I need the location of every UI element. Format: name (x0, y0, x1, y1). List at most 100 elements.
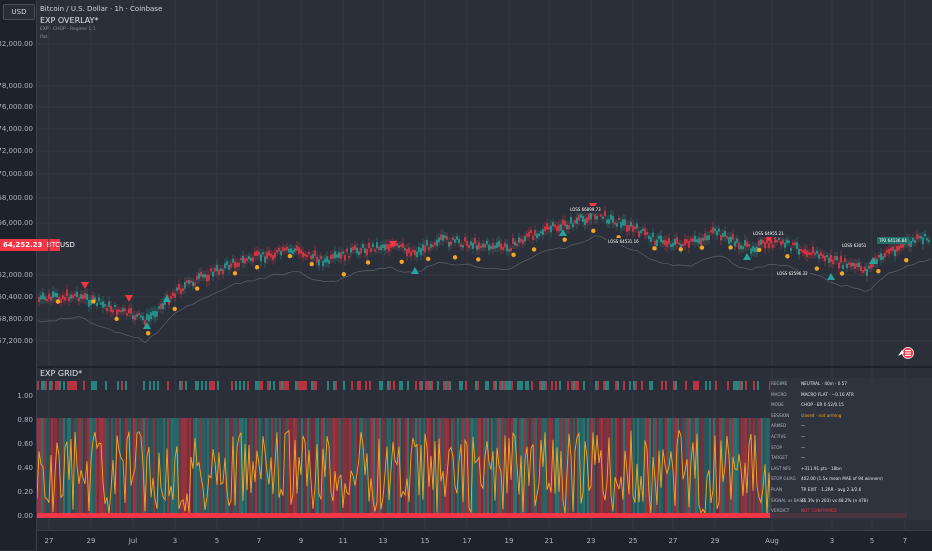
time-tick: 17 (462, 537, 472, 545)
candle-body (292, 250, 294, 254)
candle-body (914, 240, 916, 244)
grid-band (303, 418, 305, 516)
chart-canvas[interactable] (37, 0, 932, 530)
regime-strip (617, 381, 619, 390)
time-axis[interactable]: 27 29 Jul 3 5 7 9 11 13 15 17 19 21 23 25 27 29 Aug 3 5 7 (37, 530, 932, 551)
candle-body (600, 214, 602, 217)
grid-band (599, 418, 601, 516)
regime-strip (431, 381, 433, 390)
price-axis[interactable]: USD 82,000.00 78,000.00 76,000.00 74,000… (0, 0, 37, 550)
dashboard-row: ARMED — (771, 423, 805, 428)
candle-body (622, 219, 624, 226)
dashboard-row: TARGET — (771, 455, 805, 460)
regime-strip (285, 381, 287, 390)
regime-strip (505, 381, 507, 390)
dashboard-value: NEUTRAL · 40m · 0.57 (801, 381, 848, 386)
candle-body (556, 226, 558, 231)
candle-body (572, 223, 574, 228)
currency-button[interactable]: USD (3, 4, 35, 20)
regime-strip (407, 381, 409, 390)
candle-body (480, 245, 482, 248)
signal-dot (728, 245, 733, 250)
grid-indicator-title[interactable]: EXP GRID* (40, 369, 82, 378)
candle-body (488, 244, 490, 251)
candle-body (540, 231, 542, 234)
candle-body (150, 312, 152, 320)
candle-body (456, 236, 458, 240)
candle-body (850, 262, 852, 268)
candle-body (406, 249, 408, 256)
candle-body (898, 245, 900, 251)
regime-strip (575, 381, 577, 390)
regime-strip (499, 381, 501, 390)
regime-strip (157, 381, 159, 390)
candle-body (502, 246, 504, 251)
candle-body (434, 242, 436, 245)
grid-band (525, 418, 527, 516)
regime-strip (73, 381, 75, 390)
candle-body (566, 224, 568, 230)
candle-body (630, 221, 632, 227)
grid-band (707, 418, 709, 516)
regime-strip (583, 381, 585, 390)
candle-body (664, 239, 666, 246)
grid-band (549, 418, 551, 516)
candle-body (498, 240, 500, 247)
regime-strip (401, 381, 403, 390)
candle-body (130, 307, 132, 314)
grid-band (45, 418, 47, 516)
overlay-indicator-title[interactable]: EXP OVERLAY* (40, 16, 99, 25)
candle-body (72, 295, 74, 299)
dashboard-value: NOT CONFIRMED (801, 508, 837, 514)
candle-body (382, 244, 384, 248)
candle-body (832, 259, 834, 265)
time-tick: 25 (628, 537, 638, 545)
candle-body (808, 252, 810, 255)
candle-body (768, 243, 770, 249)
regime-strip (737, 381, 739, 390)
candle-body (144, 320, 146, 325)
signal-dot (785, 254, 790, 259)
regime-strip (597, 381, 599, 390)
signal-dot (309, 261, 314, 267)
candle-body (820, 252, 822, 256)
candle-body (496, 242, 498, 248)
candle-body (548, 226, 550, 230)
candle-body (482, 243, 484, 248)
candle-body (716, 231, 718, 236)
candle-body (660, 235, 662, 242)
candle-body (364, 248, 366, 254)
candle-body (526, 233, 528, 237)
pane-separator[interactable] (37, 366, 932, 368)
candle-body (294, 248, 296, 252)
regime-strip (577, 381, 579, 390)
symbol-title[interactable]: Bitcoin / U.S. Dollar · 1h · Coinbase (40, 5, 162, 13)
candle-body (100, 302, 102, 305)
candle-body (440, 234, 442, 240)
candle-body (428, 247, 430, 251)
candle-body (708, 235, 710, 240)
candle-body (632, 225, 634, 232)
candle-body (814, 252, 816, 256)
regime-strip (181, 381, 183, 390)
dashboard-key: SIGNAL vs BASE (771, 497, 805, 503)
grid-band (757, 418, 759, 516)
flag-icon[interactable] (897, 347, 915, 359)
signal-dot (55, 299, 61, 304)
regime-strip (393, 381, 395, 390)
candle-body (64, 296, 66, 301)
candle-body (398, 245, 400, 248)
regime-strip (117, 381, 119, 390)
candle-body (574, 220, 576, 224)
candle-body (258, 251, 260, 256)
candle-body (860, 265, 862, 271)
candle-body (866, 269, 868, 277)
price-tick: 82,000.00 (0, 40, 33, 48)
candle-body (404, 248, 406, 251)
candle-body (656, 239, 658, 247)
candle-body (320, 255, 322, 260)
regime-strip (477, 381, 479, 390)
candle-body (280, 250, 282, 256)
candle-body (794, 242, 796, 246)
grid-band (541, 418, 543, 516)
